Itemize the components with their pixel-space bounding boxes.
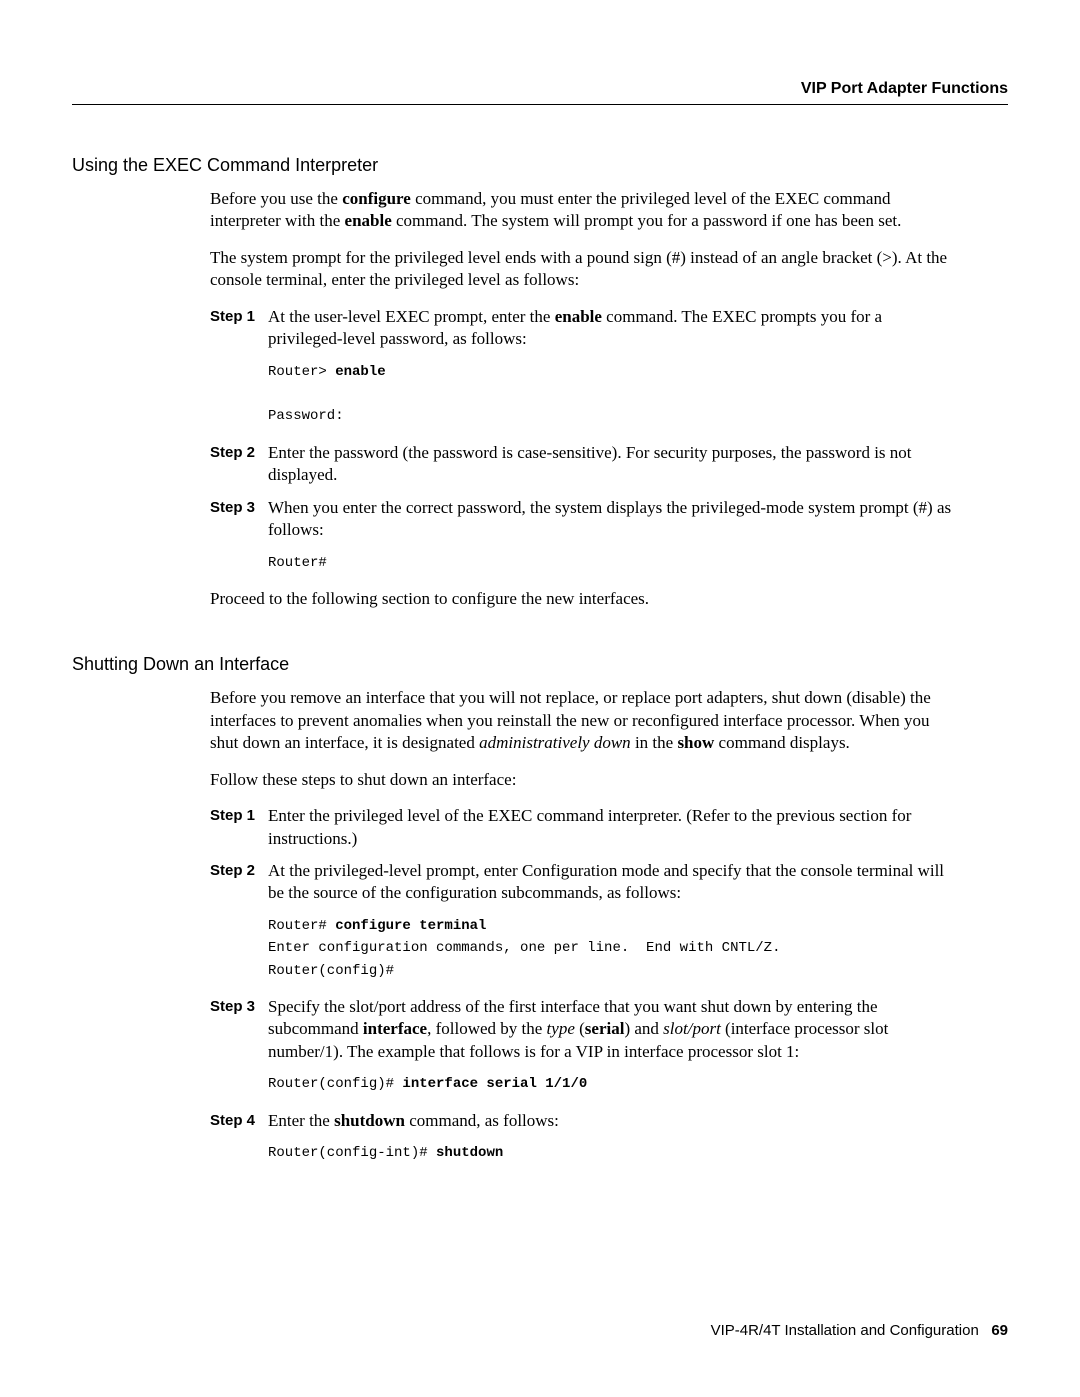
text-bold: configure [342,189,411,208]
footer-text: VIP-4R/4T Installation and Configuration [711,1322,979,1339]
text-italic: slot/port [663,1019,721,1038]
text-bold: enable [345,211,392,230]
step-content: Enter the shutdown command, as follows: [268,1110,958,1132]
code-bold: enable [335,364,385,380]
step-content: Specify the slot/port address of the fir… [268,996,958,1063]
text: command. The system will prompt you for … [392,211,902,230]
code-text: Router# [268,918,335,934]
section1-step2: Step 2 Enter the password (the password … [210,442,958,487]
code-bold: interface serial 1/1/0 [402,1076,587,1092]
step-content: Enter the privileged level of the EXEC c… [268,805,958,850]
text-bold: serial [585,1019,625,1038]
code-bold: shutdown [436,1145,503,1161]
code-text: Router(config)# [268,1076,402,1092]
section-heading-exec: Using the EXEC Command Interpreter [72,155,1008,176]
step-content: Enter the password (the password is case… [268,442,958,487]
text-bold: shutdown [334,1111,405,1130]
step-content: At the user-level EXEC prompt, enter the… [268,306,958,351]
header-rule [72,104,1008,105]
code-text: Router(config-int)# [268,1145,436,1161]
text: At the user-level EXEC prompt, enter the [268,307,555,326]
step-label: Step 1 [210,805,268,850]
section2-step1: Step 1 Enter the privileged level of the… [210,805,958,850]
section1-para1: Before you use the configure command, yo… [210,188,958,233]
section1-para3: Proceed to the following section to conf… [210,588,958,610]
section1-code1: Router> enable Password: [268,361,958,428]
section2-step4: Step 4 Enter the shutdown command, as fo… [210,1110,958,1132]
section1-step1: Step 1 At the user-level EXEC prompt, en… [210,306,958,351]
page-footer: VIP-4R/4T Installation and Configuration… [711,1322,1008,1339]
text-italic: type [547,1019,575,1038]
text-italic: administratively down [479,733,631,752]
section1-code2: Router# [268,552,958,574]
section1-body: Before you use the configure command, yo… [210,188,958,610]
text: , followed by the [427,1019,546,1038]
step-content: At the privileged-level prompt, enter Co… [268,860,958,905]
code-text: Router(config)# [268,963,394,979]
section2-para2: Follow these steps to shut down an inter… [210,769,958,791]
step-label: Step 2 [210,860,268,905]
step-content: When you enter the correct password, the… [268,497,958,542]
step-label: Step 3 [210,497,268,542]
section2-step3: Step 3 Specify the slot/port address of … [210,996,958,1063]
step-label: Step 3 [210,996,268,1063]
step-label: Step 4 [210,1110,268,1132]
step-label: Step 1 [210,306,268,351]
section2-code3: Router(config-int)# shutdown [268,1142,958,1164]
section2-body: Before you remove an interface that you … [210,687,958,1164]
footer-page-number: 69 [991,1322,1008,1339]
text-bold: enable [555,307,602,326]
page-container: VIP Port Adapter Functions Using the EXE… [0,0,1080,1397]
code-text: Enter configuration commands, one per li… [268,940,780,956]
section2-code1: Router# configure terminal Enter configu… [268,915,958,982]
section1-step3: Step 3 When you enter the correct passwo… [210,497,958,542]
section2-code2: Router(config)# interface serial 1/1/0 [268,1073,958,1095]
section1-para2: The system prompt for the privileged lev… [210,247,958,292]
step-label: Step 2 [210,442,268,487]
section-heading-shutdown: Shutting Down an Interface [72,654,1008,675]
text: Enter the [268,1111,334,1130]
text: ( [575,1019,585,1038]
text: command displays. [714,733,850,752]
header-title: VIP Port Adapter Functions [72,80,1008,98]
text: Before you use the [210,189,342,208]
text: command, as follows: [405,1111,559,1130]
section2-step2: Step 2 At the privileged-level prompt, e… [210,860,958,905]
section2-para1: Before you remove an interface that you … [210,687,958,754]
code-text: Router> [268,364,335,380]
text-bold: interface [363,1019,427,1038]
code-bold: configure terminal [335,918,486,934]
text: ) and [624,1019,663,1038]
text: in the [631,733,678,752]
code-text: Password: [268,408,344,424]
text-bold: show [677,733,714,752]
